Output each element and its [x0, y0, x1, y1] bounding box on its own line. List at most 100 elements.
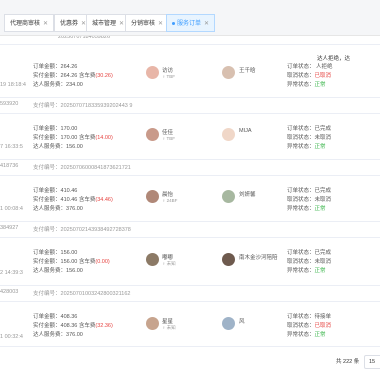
avatar[interactable]	[222, 317, 235, 330]
user-tag: 未知	[166, 325, 176, 330]
order-number: 428003	[0, 289, 19, 295]
avatar[interactable]	[222, 253, 235, 266]
pro-name[interactable]: 王千晗	[239, 66, 256, 74]
fare-value: (34.46)	[95, 197, 113, 203]
divider	[0, 346, 380, 347]
label-paid: 实付金额：	[33, 259, 61, 265]
tab-label: 优惠券	[60, 21, 79, 27]
tab-label: 城市管理	[92, 21, 117, 27]
label-cancel-status: 取消状态：	[287, 197, 315, 203]
label-total: 订单金额：	[33, 188, 61, 194]
label-fare: 含车费	[78, 323, 96, 329]
pro-name[interactable]: 南木金沙河陪陪	[239, 253, 278, 261]
user-tag: 24BF	[166, 198, 178, 203]
pro-name[interactable]: 刘妍馨	[239, 190, 256, 198]
label-total: 订单金额：	[33, 314, 61, 320]
paid-value: 408.36	[60, 323, 78, 329]
label-fare: 含车费	[78, 197, 96, 203]
service-fee-value: 234.00	[66, 82, 83, 88]
divider	[0, 175, 380, 176]
cancel-status-value: 已取消	[314, 73, 332, 79]
user-name[interactable]: 星星	[162, 317, 173, 325]
fare-value: (32.36)	[95, 323, 113, 329]
order-number: 20250707184059826	[58, 36, 111, 40]
user-name[interactable]: 晨怡	[162, 190, 173, 198]
label-order-status: 订单状态：	[287, 188, 315, 194]
label-cancel-status: 取消状态：	[287, 259, 315, 265]
divider	[0, 44, 380, 45]
label-cancel-status: 取消状态：	[287, 135, 315, 141]
fare-value: (14.00)	[95, 135, 113, 141]
user-tag: 未知	[166, 261, 176, 266]
fare-value: (30.26)	[95, 73, 113, 79]
order-status-value: 已完成	[314, 126, 332, 132]
avatar[interactable]	[146, 128, 159, 141]
pro-name[interactable]: 风	[239, 317, 245, 325]
label-abnormal-status: 异常状态：	[287, 206, 315, 212]
label-cancel-status: 取消状态：	[287, 323, 315, 329]
avatar[interactable]	[222, 66, 235, 79]
cancel-status-value: 未取消	[314, 135, 332, 141]
label-paid: 实付金额：	[33, 197, 61, 203]
cancel-status-value: 未取消	[314, 197, 332, 203]
label-paid: 实付金额：	[33, 73, 61, 79]
abnormal-status-value: 正常	[314, 332, 326, 338]
avatar[interactable]	[146, 317, 159, 330]
tab-distribution-review[interactable]: 分销审核 ✕	[125, 14, 170, 32]
total-value: 408.36	[60, 314, 78, 320]
close-icon[interactable]: ✕	[204, 21, 209, 27]
label-payment-number: 支付编号：	[33, 291, 61, 297]
avatar[interactable]	[146, 253, 159, 266]
fare-value: (0.00)	[95, 259, 110, 265]
divider	[0, 113, 380, 114]
label-total: 订单金额：	[33, 64, 61, 70]
service-fee-value: 376.00	[66, 332, 83, 338]
pro-name[interactable]: MIJA	[239, 128, 252, 134]
payment-number: 20250701003242800321162	[60, 291, 131, 297]
avatar[interactable]	[222, 128, 235, 141]
status-header: 达人拒绝，达	[317, 56, 351, 62]
divider	[0, 159, 380, 160]
user-name[interactable]: 嘟嘟	[162, 253, 173, 261]
close-icon[interactable]: ✕	[158, 21, 163, 27]
user-name[interactable]: 佳佳	[162, 128, 173, 136]
pagination: 共 222 条 15	[0, 350, 380, 380]
label-total: 订单金额：	[33, 126, 61, 132]
label-order-status: 订单状态：	[287, 250, 315, 256]
abnormal-status-value: 正常	[314, 268, 326, 274]
paid-value: 264.26	[60, 73, 78, 79]
label-service-fee: 达人服务费：	[33, 144, 67, 150]
order-number: 384927	[0, 225, 19, 231]
divider	[0, 97, 380, 98]
label-order-status: 订单状态：	[287, 126, 315, 132]
tab-city-management[interactable]: 城市管理 ✕	[86, 14, 131, 32]
divider	[0, 221, 380, 222]
avatar[interactable]	[146, 66, 159, 79]
paid-value: 410.46	[60, 197, 78, 203]
order-time: 7 16:33:5	[0, 144, 23, 150]
label-service-fee: 达人服务费：	[33, 82, 67, 88]
label-abnormal-status: 异常状态：	[287, 82, 315, 88]
user-tag: TBF	[166, 74, 176, 79]
order-number: 593920	[0, 101, 19, 107]
close-icon[interactable]: ✕	[43, 21, 48, 27]
divider	[0, 301, 380, 302]
page-size-value: 15	[369, 359, 376, 365]
tab-agent-review[interactable]: 代理商审核 ✕	[4, 14, 55, 32]
cancel-status-value: 已取消	[314, 323, 332, 329]
total-value: 264.26	[60, 64, 78, 70]
page-size-select[interactable]: 15	[364, 355, 380, 369]
service-fee-value: 376.00	[66, 206, 83, 212]
order-status-value: 待接单	[314, 314, 332, 320]
label-fare: 含车费	[78, 135, 96, 141]
label-payment-number: 支付编号：	[33, 227, 61, 233]
paid-value: 170.00	[60, 135, 78, 141]
avatar[interactable]	[146, 190, 159, 203]
close-icon[interactable]: ✕	[119, 21, 124, 27]
user-name[interactable]: 访访	[162, 66, 173, 74]
payment-number: 2025070718335939202443 9	[60, 103, 133, 109]
tab-label: 服务订单	[177, 21, 202, 27]
avatar[interactable]	[222, 190, 235, 203]
tab-service-orders[interactable]: 服务订单 ✕	[166, 14, 216, 32]
label-total: 订单金额：	[33, 250, 61, 256]
